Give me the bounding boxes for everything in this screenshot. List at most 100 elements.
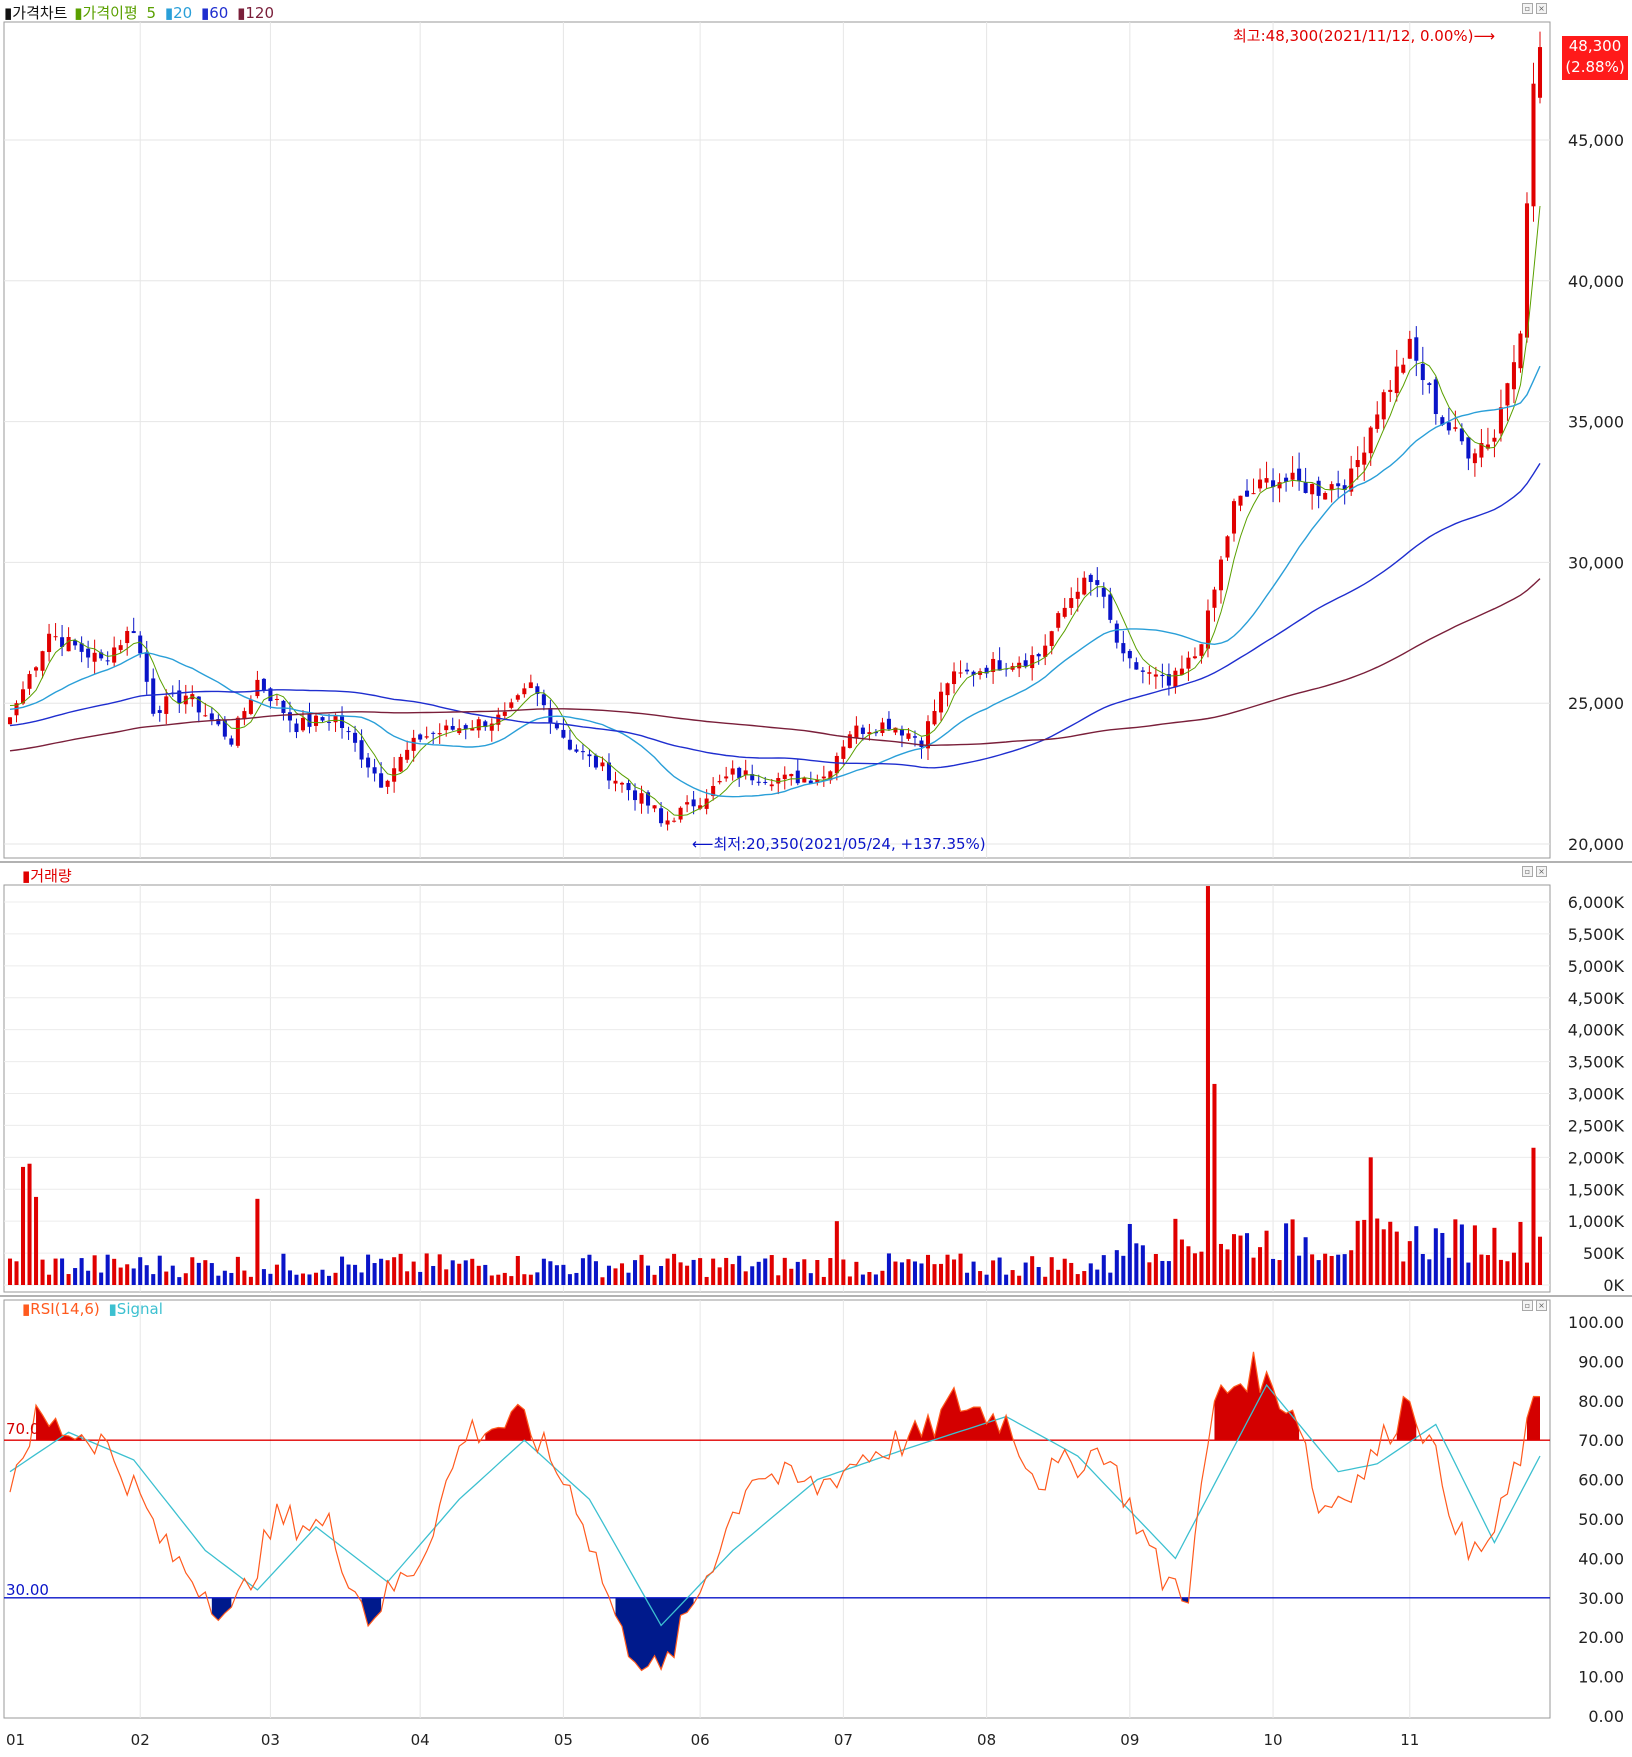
candle-body <box>1316 480 1321 496</box>
signal-legend-marker: ▮ <box>108 1300 117 1318</box>
volume-bar <box>587 1254 592 1285</box>
price-tick-label: 40,000 <box>1568 272 1624 291</box>
candle-body <box>802 777 807 783</box>
candle-body <box>1134 662 1139 670</box>
volume-bar <box>1329 1255 1334 1285</box>
volume-panel-close-button[interactable]: × <box>1536 866 1547 877</box>
candle-body <box>164 696 169 714</box>
candle-body <box>580 751 585 753</box>
candle-body <box>1290 472 1295 480</box>
volume-bar <box>912 1261 917 1285</box>
volume-bar <box>1336 1254 1341 1285</box>
volume-bar <box>1394 1231 1399 1285</box>
ma-60-label[interactable]: 60 <box>209 4 228 22</box>
volume-bar <box>431 1265 436 1285</box>
price-chart-title[interactable]: 가격차트 <box>12 4 67 22</box>
price-panel-minimize-button[interactable]: ▫ <box>1522 3 1533 14</box>
rsi-tick-label: 100.00 <box>1568 1313 1624 1332</box>
candle-body <box>886 718 891 730</box>
volume-bar <box>965 1272 970 1285</box>
rsi-tick-label: 40.00 <box>1578 1549 1624 1568</box>
candle-body <box>997 660 1002 671</box>
candle-body <box>105 660 110 662</box>
volume-bar <box>672 1253 677 1285</box>
candle-body <box>300 717 305 731</box>
low-annotation: ⟵최저:20,350(2021/05/24, +137.35%) <box>692 833 986 854</box>
candle-body <box>1453 427 1458 429</box>
month-tick-label: 08 <box>977 1731 996 1749</box>
volume-bar <box>1049 1257 1054 1285</box>
rsi-panel-close-button[interactable]: × <box>1536 1300 1547 1311</box>
candle-body <box>398 756 403 772</box>
volume-bar <box>580 1258 585 1285</box>
volume-bar <box>190 1257 195 1285</box>
candle-body <box>939 691 944 713</box>
candle-body <box>1095 580 1100 585</box>
volume-bar <box>1505 1261 1510 1285</box>
volume-tick-label: 4,000K <box>1568 1021 1625 1040</box>
volume-bar <box>294 1274 299 1285</box>
candle-body <box>209 713 214 720</box>
volume-bar <box>1108 1272 1113 1285</box>
candle-body <box>333 715 338 723</box>
volume-tick-label: 0K <box>1603 1276 1624 1295</box>
price-tick-label: 30,000 <box>1568 553 1624 572</box>
volume-bar <box>470 1258 475 1285</box>
volume-tick-label: 3,000K <box>1568 1085 1625 1104</box>
ma-5-label[interactable]: 5 <box>147 4 157 22</box>
candle-body <box>203 715 208 717</box>
volume-bar <box>1134 1243 1139 1285</box>
volume-panel-minimize-button[interactable]: ▫ <box>1522 866 1533 877</box>
volume-bar <box>79 1258 84 1285</box>
volume-bar <box>737 1255 742 1285</box>
candle-body <box>281 700 286 713</box>
volume-bar <box>1271 1258 1276 1285</box>
candle-body <box>1375 414 1380 429</box>
volume-bar <box>1251 1257 1256 1285</box>
volume-bar <box>1368 1157 1373 1285</box>
volume-bar <box>1277 1260 1282 1285</box>
month-tick-label: 11 <box>1400 1731 1419 1749</box>
volume-bar <box>1030 1256 1035 1285</box>
volume-bar <box>7 1258 13 1285</box>
volume-bar <box>776 1275 781 1285</box>
candle-body <box>652 805 657 809</box>
price-panel-close-button[interactable]: × <box>1536 3 1547 14</box>
rsi-panel-minimize-button[interactable]: ▫ <box>1522 1300 1533 1311</box>
candle-body <box>600 762 605 767</box>
candle-body <box>1056 613 1061 628</box>
volume-bar <box>756 1261 761 1285</box>
volume-bar <box>1095 1269 1100 1285</box>
volume-bar <box>984 1274 989 1285</box>
candle-body <box>418 734 423 740</box>
volume-bar <box>548 1261 553 1285</box>
ma-120-label[interactable]: 120 <box>245 4 274 22</box>
volume-title[interactable]: 거래량 <box>30 867 71 885</box>
candle-body <box>1069 598 1074 608</box>
volume-bar <box>1440 1232 1445 1285</box>
rsi-tick-label: 80.00 <box>1578 1392 1624 1411</box>
volume-bar <box>489 1275 494 1285</box>
candle-body <box>248 699 253 714</box>
candle-body <box>476 719 481 731</box>
candle-body <box>1459 428 1464 442</box>
volume-bar <box>1485 1255 1490 1285</box>
volume-tick-label: 2,000K <box>1568 1148 1625 1167</box>
volume-bar <box>978 1271 983 1285</box>
candle-body <box>1140 670 1145 672</box>
candle-body <box>522 688 527 695</box>
candle-body <box>1505 383 1510 406</box>
ma-20-label[interactable]: 20 <box>173 4 192 22</box>
volume-bar <box>229 1272 234 1285</box>
candle-body <box>854 725 859 738</box>
candle-body <box>125 631 130 644</box>
volume-bar <box>1427 1259 1432 1285</box>
volume-bar <box>1017 1275 1022 1285</box>
signal-title[interactable]: Signal <box>117 1300 163 1318</box>
candle-body <box>1082 577 1087 595</box>
rsi-title[interactable]: RSI(14,6) <box>30 1300 99 1318</box>
candle-body <box>789 774 794 777</box>
ma-label[interactable]: 가격이평 <box>83 4 138 22</box>
volume-bar <box>1381 1229 1386 1285</box>
current-change: (2.88%) <box>1565 58 1625 76</box>
